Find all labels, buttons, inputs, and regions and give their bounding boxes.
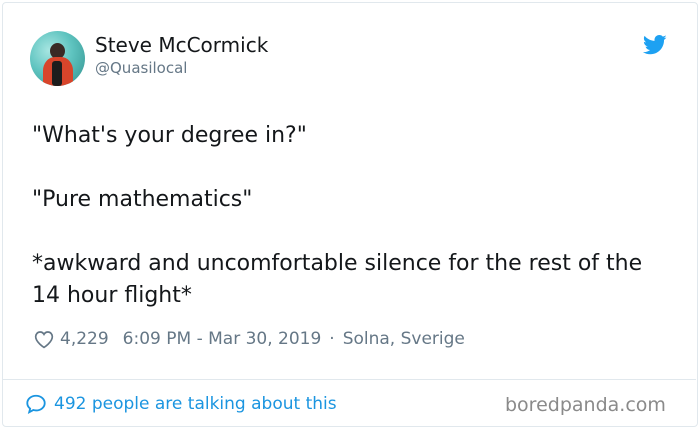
tweet-paragraph: "What's your degree in?" [32,123,307,148]
like-count[interactable]: 4,229 [60,329,109,349]
watermark: boredpanda.com [505,394,666,416]
talking-link[interactable]: 492 people are talking about this [25,393,337,415]
heart-icon[interactable] [34,330,54,349]
meta-separator: · [329,329,335,349]
divider [2,379,696,380]
tweet-paragraph: *awkward and uncomfortable silence for t… [32,251,643,308]
tweet-text: "What's your degree in?" "Pure mathemati… [32,120,672,312]
avatar[interactable] [30,31,85,86]
twitter-bird-icon[interactable] [643,35,667,55]
author-name[interactable]: Steve McCormick [95,33,268,57]
author-handle[interactable]: @Quasilocal [95,59,187,77]
avatar-shirt [52,61,62,86]
tweet-timestamp[interactable]: 6:09 PM - Mar 30, 2019 [123,329,322,349]
tweet-location[interactable]: Solna, Sverige [343,329,465,349]
tweet-meta: 4,229 6:09 PM - Mar 30, 2019 · Solna, Sv… [34,329,465,349]
talking-label: 492 people are talking about this [54,394,337,414]
speech-bubble-icon [26,394,46,415]
tweet-paragraph: "Pure mathematics" [32,187,253,212]
